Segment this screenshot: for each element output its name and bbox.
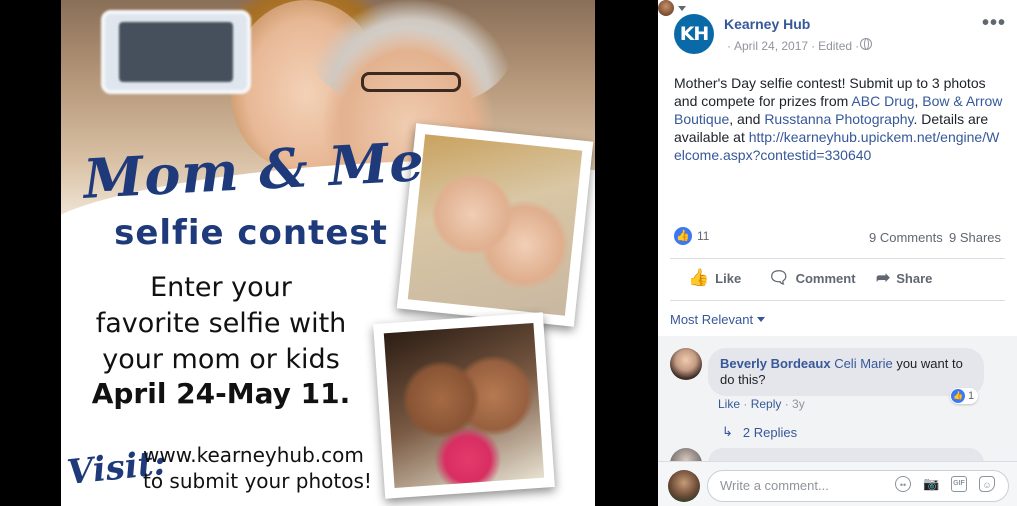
post-meta: · April 24, 2017 · Edited · bbox=[727, 39, 860, 53]
commenter-avatar[interactable] bbox=[670, 448, 702, 461]
emoji-icon[interactable]: •• bbox=[895, 476, 911, 492]
like-button[interactable]: 👍 Like bbox=[688, 268, 741, 288]
replies-label: 2 Replies bbox=[742, 424, 798, 440]
poster-subtitle: selfie contest bbox=[114, 213, 388, 253]
page-avatar[interactable]: KH bbox=[674, 14, 714, 54]
write-comment-bar: Write a comment... •• 📷 GIF ☺ bbox=[658, 461, 1017, 506]
phone bbox=[101, 10, 251, 94]
polaroid-photo-2 bbox=[373, 312, 555, 499]
poster-body-line: Enter your bbox=[150, 272, 292, 303]
post-pane: KH Kearney Hub · April 24, 2017 · Edited · •… bbox=[658, 0, 1017, 506]
glasses bbox=[361, 72, 461, 92]
thumbs-up-outline-icon: 👍 bbox=[688, 268, 710, 287]
poster-instruction: to submit your photos! bbox=[143, 469, 372, 493]
divider bbox=[670, 258, 1005, 259]
poster-dates: April 24-May 11. bbox=[91, 377, 351, 410]
comment-button[interactable]: 🗨 Comment bbox=[768, 268, 856, 288]
comments-count-link[interactable]: 9 Comments bbox=[869, 230, 943, 245]
poster-body: Enter your favorite selfie with your mom… bbox=[71, 270, 371, 378]
abc-drug-link[interactable]: ABC Drug bbox=[851, 93, 914, 109]
comment-reactions[interactable]: 👍 1 bbox=[950, 388, 979, 404]
poster-body-line: your mom or kids bbox=[102, 344, 340, 375]
like-count: 11 bbox=[697, 229, 710, 243]
share-arrow-icon: ➦ bbox=[876, 268, 891, 287]
like-label: Like bbox=[715, 270, 742, 286]
post-date[interactable]: April 24, 2017 bbox=[734, 39, 808, 53]
current-user-avatar[interactable] bbox=[668, 470, 700, 502]
like-summary[interactable]: 👍 11 bbox=[674, 227, 709, 245]
more-horizontal-icon[interactable]: ••• bbox=[982, 12, 1006, 35]
russtanna-link[interactable]: Russtanna Photography bbox=[764, 111, 913, 127]
comment-like-link[interactable]: Like bbox=[718, 397, 740, 411]
poster-body-line: favorite selfie with bbox=[95, 308, 347, 339]
caret-down-icon bbox=[678, 5, 686, 11]
commenter-avatar[interactable] bbox=[670, 348, 702, 380]
sort-label: Most Relevant bbox=[670, 312, 754, 327]
comment-bubble bbox=[708, 448, 984, 461]
gif-icon[interactable]: GIF bbox=[951, 476, 967, 492]
post-text-sep: , and bbox=[729, 111, 765, 127]
comment-author-link[interactable]: Beverly Bordeaux bbox=[720, 356, 831, 371]
comments-list: Beverly Bordeaux Celi Marie you want to … bbox=[658, 336, 1017, 461]
comment-bubble: Beverly Bordeaux Celi Marie you want to … bbox=[708, 348, 984, 396]
comment-age[interactable]: 3y bbox=[792, 397, 805, 411]
poster-visit-text: www.kearneyhub.com to submit your photos… bbox=[143, 442, 372, 494]
share-label: Share bbox=[896, 270, 933, 286]
comment-label: Comment bbox=[795, 270, 856, 286]
speech-bubble-icon: 🗨 bbox=[768, 268, 790, 287]
view-replies-link[interactable]: ↳ 2 Replies bbox=[722, 424, 797, 440]
reply-arrow-icon: ↳ bbox=[722, 424, 733, 439]
thumbs-up-icon: 👍 bbox=[951, 389, 965, 403]
page-name-link[interactable]: Kearney Hub bbox=[724, 16, 810, 32]
tagged-user-link[interactable]: Celi Marie bbox=[834, 356, 893, 371]
screen: Mom & Me selfie contest Enter your favor… bbox=[0, 0, 1017, 506]
camera-icon[interactable]: 📷 bbox=[923, 476, 939, 492]
globe-icon[interactable] bbox=[860, 38, 872, 50]
share-button[interactable]: ➦ Share bbox=[876, 268, 932, 288]
thumbs-up-icon: 👍 bbox=[674, 227, 692, 245]
sticker-icon[interactable]: ☺ bbox=[979, 476, 995, 492]
shares-count-link[interactable]: 9 Shares bbox=[949, 230, 1001, 245]
comment-actions: Like · Reply · 3y bbox=[718, 397, 805, 411]
post-text: Mother's Day selfie contest! Submit up t… bbox=[674, 74, 1004, 164]
caret-down-icon bbox=[757, 317, 766, 322]
comment-reaction-count: 1 bbox=[968, 390, 975, 402]
post-photo[interactable]: Mom & Me selfie contest Enter your favor… bbox=[61, 0, 595, 506]
divider bbox=[670, 300, 1005, 301]
post-as-selector[interactable] bbox=[658, 0, 1017, 16]
current-user-avatar bbox=[658, 0, 674, 16]
comment-reply-link[interactable]: Reply bbox=[751, 397, 782, 411]
edited-label[interactable]: Edited bbox=[818, 39, 852, 53]
poster-url: www.kearneyhub.com bbox=[143, 443, 364, 467]
comment-sort-dropdown[interactable]: Most Relevant bbox=[670, 312, 766, 327]
